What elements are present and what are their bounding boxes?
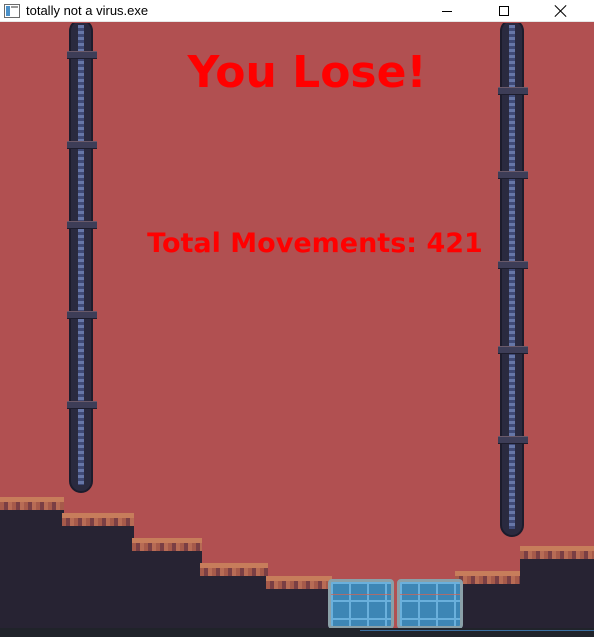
ground-terrain (266, 576, 332, 628)
minimize-button[interactable] (424, 0, 470, 22)
ground-terrain (520, 546, 594, 628)
app-window-icon (4, 3, 20, 18)
total-movements-text: Total Movements: 421 (147, 228, 483, 259)
window-titlebar[interactable]: totally not a virus.exe (0, 0, 594, 22)
ground-terrain (0, 497, 64, 628)
minimize-icon (442, 10, 452, 12)
water-tile (397, 579, 463, 628)
maximize-button[interactable] (481, 0, 527, 22)
close-button[interactable] (538, 0, 584, 22)
maximize-icon (499, 6, 509, 16)
close-icon (555, 5, 567, 17)
game-canvas[interactable]: You Lose! Total Movements: 421 (0, 23, 594, 628)
taskbar-edge (0, 628, 594, 637)
game-over-title: You Lose! (187, 47, 427, 98)
ground-terrain (62, 513, 134, 628)
ground-terrain (132, 538, 202, 628)
right-hanging-pillar (498, 23, 528, 537)
window-title: totally not a virus.exe (26, 2, 149, 18)
ground-terrain (200, 563, 268, 628)
water-tile (328, 579, 394, 628)
ground-terrain (455, 571, 525, 628)
